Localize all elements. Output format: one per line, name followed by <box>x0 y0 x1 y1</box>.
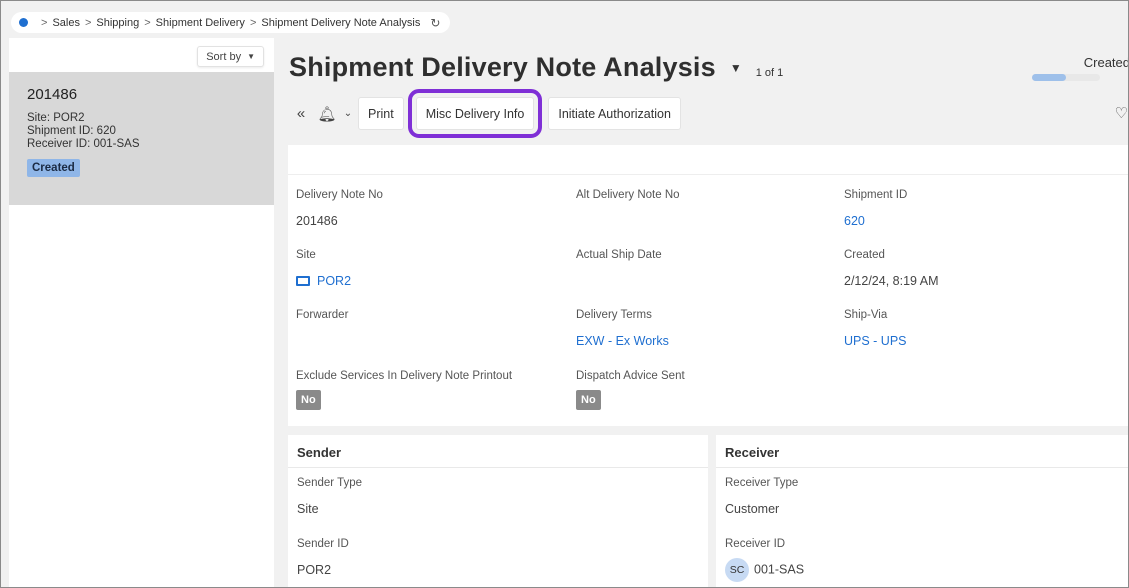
breadcrumb-item-current: Shipment Delivery Note Analysis <box>261 16 421 29</box>
field-label: Dispatch Advice Sent <box>576 370 685 382</box>
chevron-down-icon[interactable]: ⌄ <box>338 97 358 130</box>
section-title: Sender <box>297 445 342 460</box>
sort-by-button[interactable]: Sort by ▼ <box>197 46 264 67</box>
field-label: Alt Delivery Note No <box>576 189 680 201</box>
shipment-id-link[interactable]: 620 <box>844 214 907 228</box>
section-title: Receiver <box>725 445 780 460</box>
field-label: Shipment ID <box>844 189 908 201</box>
site-value: POR2 <box>317 274 352 288</box>
breadcrumb-separator: > <box>144 16 151 29</box>
card-header <box>288 145 1128 175</box>
bell-icon[interactable]: 🔔︎ <box>316 97 338 130</box>
field-label: Sender ID <box>297 538 349 550</box>
breadcrumb-separator: > <box>41 16 48 29</box>
field-label: Delivery Terms <box>576 309 652 321</box>
breadcrumb-separator: > <box>249 16 257 29</box>
misc-delivery-info-button[interactable]: Misc Delivery Info <box>407 89 543 138</box>
refresh-icon[interactable]: ↻ <box>430 16 440 30</box>
status-progress-fill <box>1032 74 1066 81</box>
record-shipment-id: Shipment ID: 620 <box>27 125 116 137</box>
field-created: Created 2/12/24, 8:19 AM <box>844 249 939 288</box>
field-shipment-id: Shipment ID 620 <box>844 189 907 228</box>
breadcrumb-item-shipping[interactable]: Shipping <box>96 17 139 29</box>
title-row: Shipment Delivery Note Analysis ▼ 1 of 1 <box>289 52 783 83</box>
title-dropdown-icon[interactable]: ▼ <box>730 61 742 75</box>
field-delivery-note-no: Delivery Note No 201486 <box>296 189 383 228</box>
field-actual-ship-date: Actual Ship Date <box>576 249 662 261</box>
status-badge: Created <box>27 159 80 177</box>
site-icon <box>296 276 310 286</box>
field-value: 201486 <box>296 214 338 228</box>
boolean-badge: No <box>296 390 321 410</box>
delivery-note-details-card: Delivery Note No 201486 Alt Delivery Not… <box>288 145 1128 426</box>
field-value: POR2 <box>297 563 332 577</box>
record-pager: 1 of 1 <box>755 67 784 79</box>
ship-via-link[interactable]: UPS - UPS <box>844 334 907 348</box>
toolbar: « 🔔︎ ⌄ Print Misc Delivery Info Initiate… <box>286 89 687 138</box>
field-label: Receiver Type <box>725 477 799 489</box>
breadcrumb: > Sales > Shipping > Shipment Delivery >… <box>11 12 451 33</box>
collapse-left-icon[interactable]: « <box>286 97 316 130</box>
divider <box>716 467 1128 468</box>
app-frame: > Sales > Shipping > Shipment Delivery >… <box>0 0 1129 588</box>
chevron-down-icon: ▼ <box>247 52 255 61</box>
field-dispatch-advice-sent: Dispatch Advice Sent No <box>576 370 685 410</box>
field-exclude-services: Exclude Services In Delivery Note Printo… <box>296 370 512 410</box>
record-site: Site: POR2 <box>27 112 85 124</box>
field-label: Receiver ID <box>725 538 786 550</box>
field-forwarder: Forwarder <box>296 309 348 321</box>
record-list-item[interactable]: 201486 Site: POR2 Shipment ID: 620 Recei… <box>9 72 274 205</box>
field-label: Delivery Note No <box>296 189 383 201</box>
avatar: SC <box>725 558 749 582</box>
field-label: Sender Type <box>297 477 363 489</box>
status-indicator: Created <box>1030 54 1129 81</box>
field-site: Site POR2 <box>296 249 351 288</box>
receiver-id-value[interactable]: SC 001-SAS <box>725 558 804 582</box>
receiver-id-text: 001-SAS <box>754 562 805 577</box>
heart-icon[interactable]: ♡ <box>1115 104 1128 122</box>
field-receiver-type: Receiver Type Customer <box>725 477 798 516</box>
field-label: Site <box>296 249 316 261</box>
site-link[interactable]: POR2 <box>296 274 351 288</box>
field-label: Forwarder <box>296 309 349 321</box>
receiver-card: Receiver Receiver Type Customer Receiver… <box>716 435 1128 587</box>
field-label: Actual Ship Date <box>576 249 662 261</box>
record-receiver-id: Receiver ID: 001-SAS <box>27 138 140 150</box>
sender-card: Sender Sender Type Site Sender ID POR2 <box>288 435 708 587</box>
status-text: Created <box>1083 55 1129 70</box>
field-alt-delivery-note-no: Alt Delivery Note No <box>576 189 680 201</box>
breadcrumb-item-sales[interactable]: Sales <box>52 17 80 29</box>
sort-by-label: Sort by <box>206 50 242 63</box>
field-ship-via: Ship-Via UPS - UPS <box>844 309 907 348</box>
delivery-terms-link[interactable]: EXW - Ex Works <box>576 334 669 348</box>
field-value: 2/12/24, 8:19 AM <box>844 274 939 288</box>
boolean-badge: No <box>576 390 601 410</box>
field-sender-type: Sender Type Site <box>297 477 362 516</box>
status-progress-bar <box>1032 74 1100 81</box>
field-label: Exclude Services In Delivery Note Printo… <box>296 370 513 382</box>
page-title: Shipment Delivery Note Analysis <box>289 52 716 82</box>
record-id: 201486 <box>27 86 78 103</box>
divider <box>288 467 708 468</box>
initiate-authorization-button[interactable]: Initiate Authorization <box>548 97 681 130</box>
field-value: Customer <box>725 502 780 516</box>
field-label: Ship-Via <box>844 309 888 321</box>
record-list-panel: Sort by ▼ 201486 Site: POR2 Shipment ID:… <box>9 38 274 587</box>
field-delivery-terms: Delivery Terms EXW - Ex Works <box>576 309 669 348</box>
home-icon[interactable] <box>19 18 28 27</box>
field-sender-id: Sender ID POR2 <box>297 538 349 577</box>
main-content: Shipment Delivery Note Analysis ▼ 1 of 1… <box>286 38 1129 587</box>
field-receiver-id: Receiver ID SC 001-SAS <box>725 538 804 582</box>
print-button[interactable]: Print <box>358 97 404 130</box>
breadcrumb-separator: > <box>84 16 92 29</box>
breadcrumb-item-shipment-delivery[interactable]: Shipment Delivery <box>156 17 245 29</box>
field-value: Site <box>297 502 319 516</box>
field-label: Created <box>844 249 885 261</box>
